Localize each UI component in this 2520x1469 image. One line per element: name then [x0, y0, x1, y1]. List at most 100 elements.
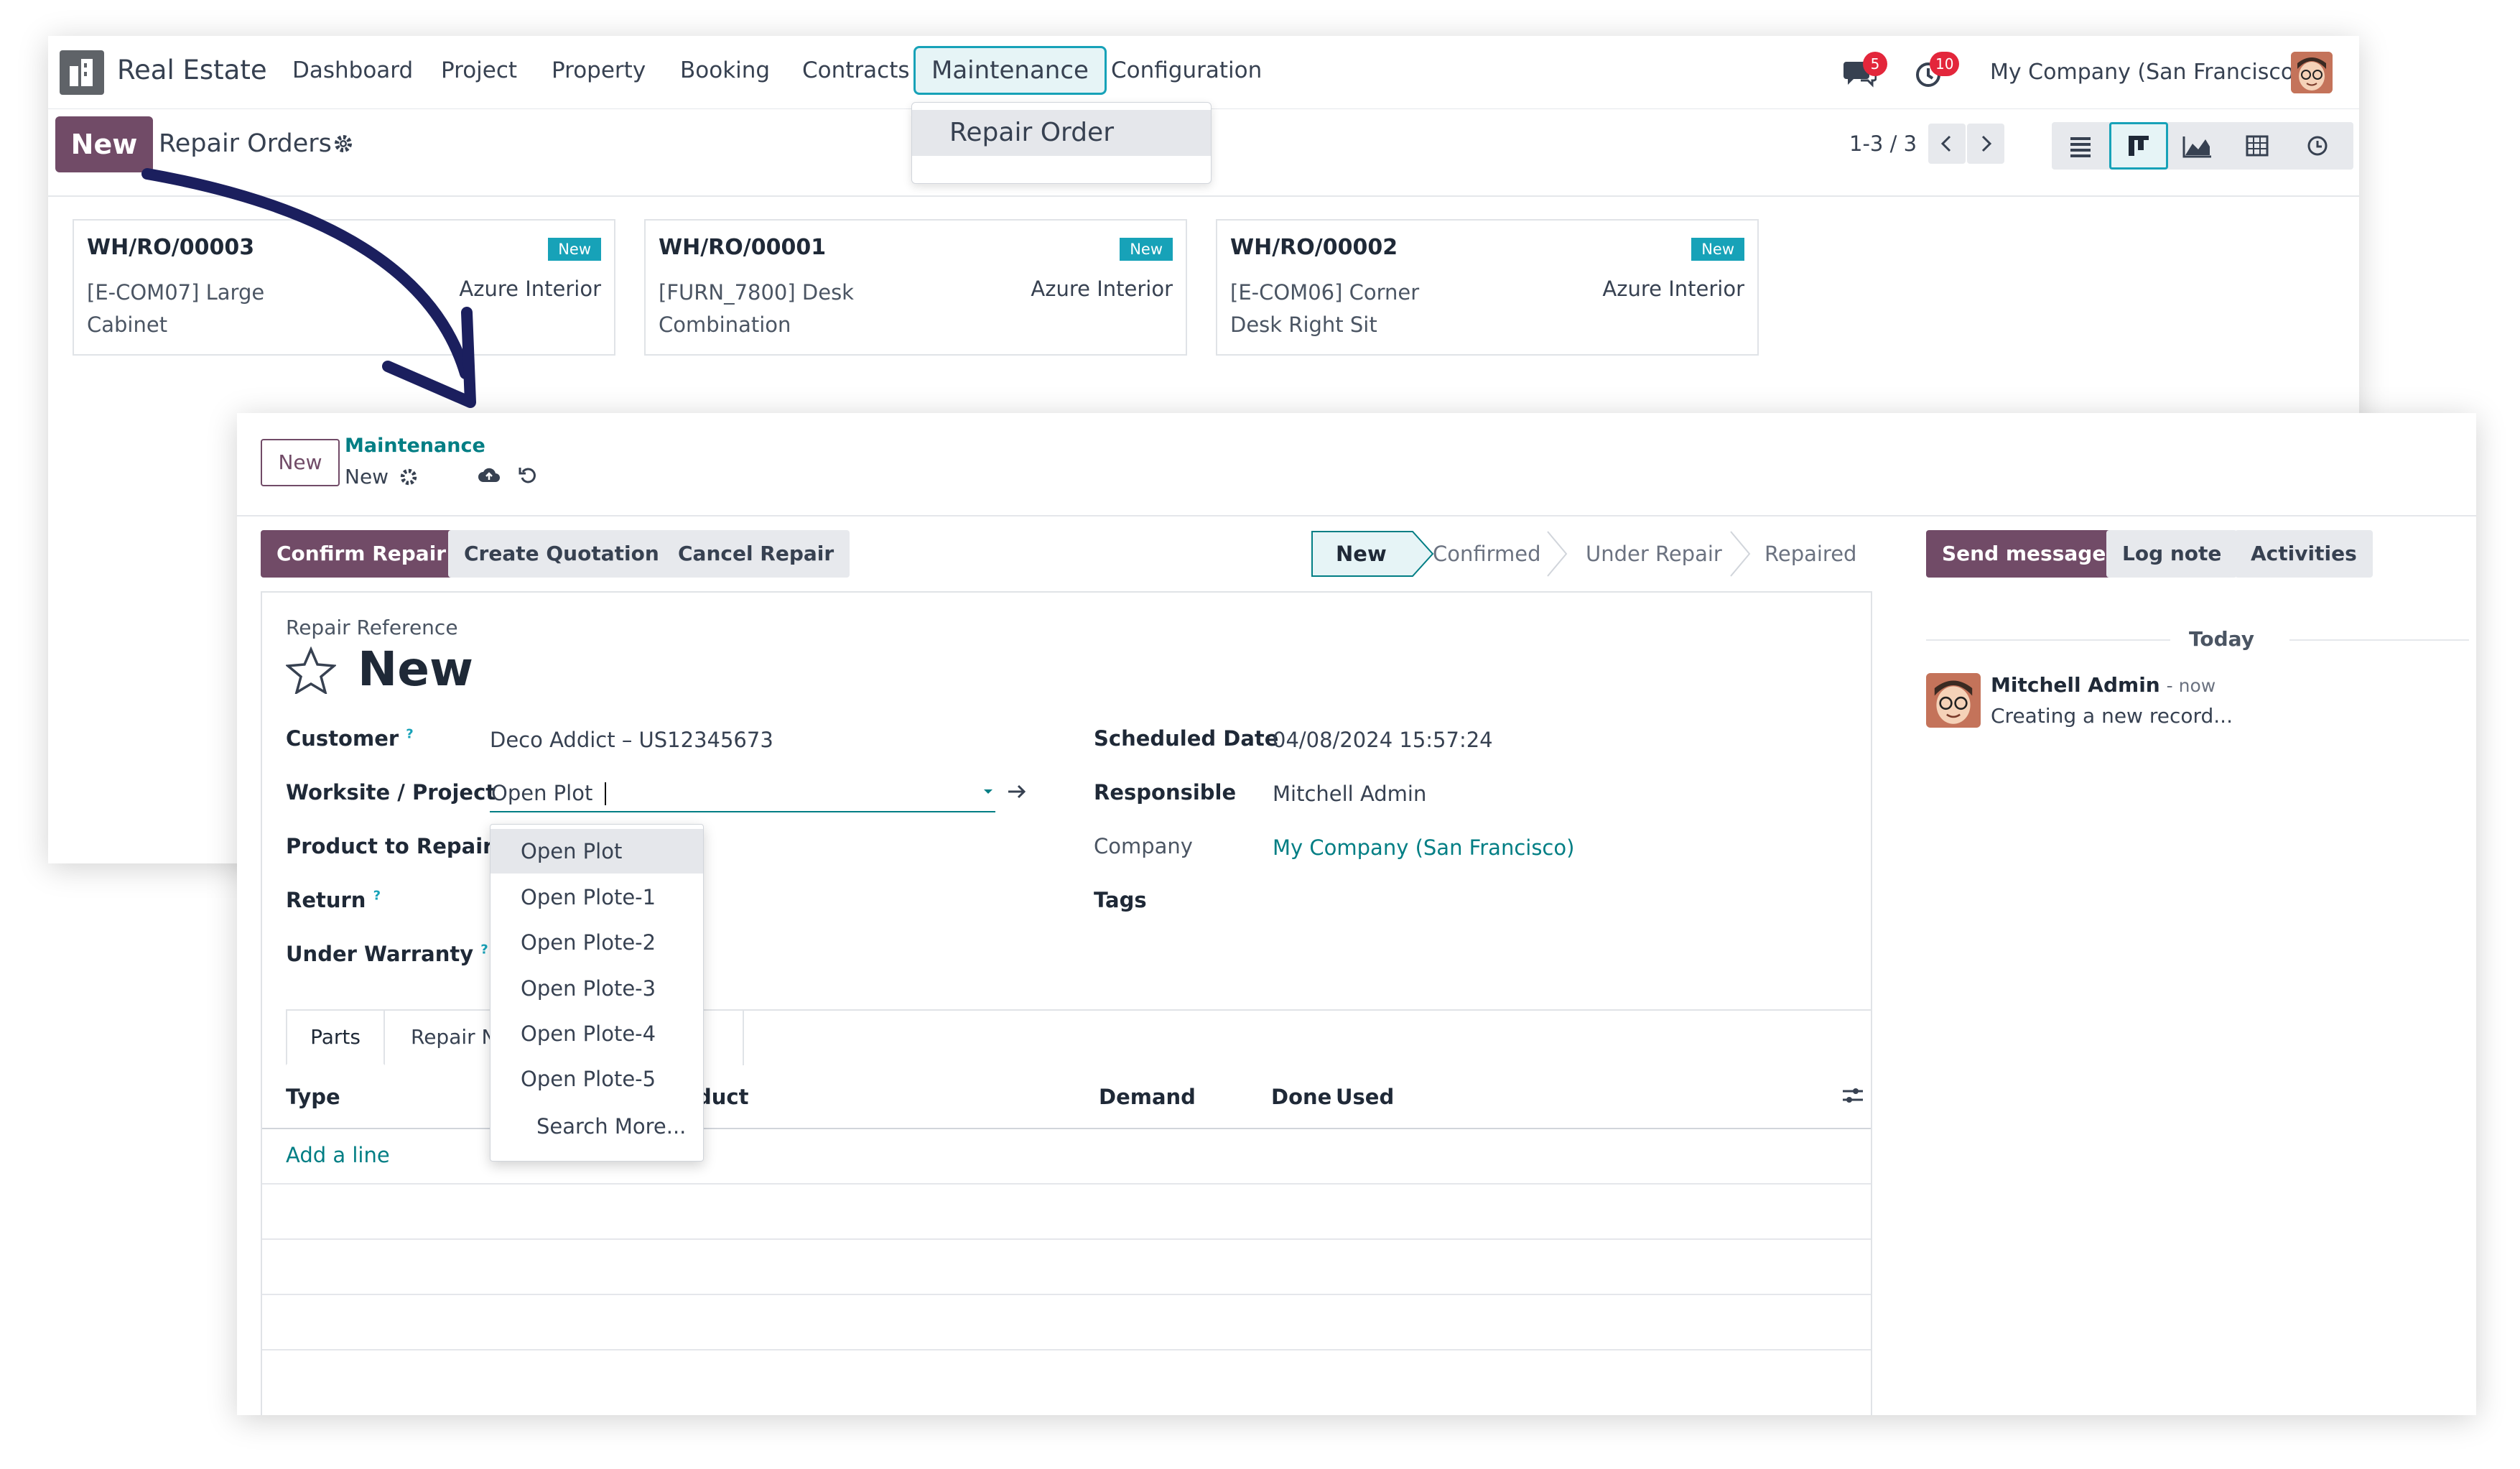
- company-switcher[interactable]: My Company (San Francisco): [1990, 60, 2302, 85]
- search-more-link[interactable]: Search More...: [490, 1104, 703, 1149]
- menu-configuration[interactable]: Configuration: [1111, 57, 1262, 83]
- scheduled-date-label: Scheduled Date: [1094, 726, 1279, 751]
- worksite-autocomplete-dropdown: Open Plot Open Plote-1 Open Plote-2 Open…: [490, 824, 704, 1162]
- column-product[interactable]: duct: [697, 1085, 748, 1109]
- app-logo-icon[interactable]: [60, 50, 104, 95]
- discard-icon[interactable]: [517, 465, 539, 486]
- status-under-repair[interactable]: Under Repair: [1586, 530, 1722, 578]
- card-product: [FURN_7800] Desk Combination: [659, 280, 854, 337]
- caret-down-icon[interactable]: [981, 784, 995, 801]
- status-confirmed[interactable]: Confirmed: [1433, 530, 1541, 578]
- breadcrumb-maintenance[interactable]: Maintenance: [345, 435, 485, 457]
- author-avatar[interactable]: [1926, 673, 1981, 728]
- menu-dashboard[interactable]: Dashboard: [292, 57, 413, 83]
- menu-maintenance[interactable]: Maintenance: [913, 46, 1107, 95]
- help-mark[interactable]: ?: [406, 726, 413, 741]
- card-customer: Azure Interior: [1031, 277, 1173, 301]
- user-avatar[interactable]: [2291, 52, 2333, 93]
- menu-contracts[interactable]: Contracts: [802, 57, 910, 83]
- graph-view-icon[interactable]: [2168, 122, 2227, 170]
- menu-project[interactable]: Project: [441, 57, 517, 83]
- message-author[interactable]: Mitchell Admin: [1991, 673, 2160, 697]
- card-customer: Azure Interior: [1602, 277, 1744, 301]
- autocomplete-option[interactable]: Open Plote-3: [490, 966, 703, 1011]
- activities-button[interactable]: Activities: [2235, 530, 2373, 578]
- breadcrumb-current: New: [345, 465, 389, 488]
- autocomplete-option[interactable]: Open Plot: [490, 829, 703, 873]
- tags-label: Tags: [1094, 888, 1147, 912]
- card-reference: WH/RO/00003: [87, 235, 255, 260]
- app-name[interactable]: Real Estate: [117, 55, 267, 85]
- card-customer: Azure Interior: [459, 277, 601, 301]
- table-row: [262, 1295, 1871, 1350]
- column-used[interactable]: Used: [1336, 1085, 1394, 1109]
- cloud-save-icon[interactable]: [477, 465, 501, 486]
- kanban-new-button[interactable]: New: [55, 116, 153, 172]
- help-mark[interactable]: ?: [480, 942, 488, 957]
- tab-parts[interactable]: Parts: [286, 1009, 385, 1065]
- list-view-icon[interactable]: [2052, 122, 2109, 170]
- card-stage-badge: New: [1120, 238, 1173, 261]
- cancel-repair-button[interactable]: Cancel Repair: [662, 530, 850, 578]
- pivot-view-icon[interactable]: [2227, 122, 2287, 170]
- scheduled-date-field[interactable]: 04/08/2024 15:57:24: [1273, 728, 1493, 752]
- pager-value[interactable]: 1-3 / 3: [1849, 131, 1917, 156]
- message-body: Creating a new record...: [1991, 704, 2233, 728]
- text-caret: [605, 782, 606, 805]
- responsible-field[interactable]: Mitchell Admin: [1273, 782, 1426, 806]
- message-header: Mitchell Admin - now: [1991, 673, 2216, 697]
- menu-booking[interactable]: Booking: [680, 57, 770, 83]
- menu-property[interactable]: Property: [552, 57, 646, 83]
- chat-badge: 5: [1863, 52, 1887, 76]
- card-product: [E-COM06] Corner Desk Right Sit: [1230, 280, 1420, 337]
- responsible-label: Responsible: [1094, 780, 1237, 805]
- autocomplete-option[interactable]: Open Plote-2: [490, 920, 703, 965]
- tab-repair-notes[interactable]: Repair N: [411, 1011, 497, 1064]
- card-product: [E-COM07] Large Cabinet: [87, 280, 265, 337]
- autocomplete-option[interactable]: Open Plote-4: [490, 1011, 703, 1056]
- column-done[interactable]: Done: [1271, 1085, 1331, 1109]
- reference-value: New: [358, 641, 473, 697]
- kanban-card[interactable]: WH/RO/00003 New [E-COM07] Large Cabinet …: [73, 219, 615, 356]
- card-reference: WH/RO/00001: [659, 235, 827, 260]
- menu-repair-order[interactable]: Repair Order: [912, 110, 1211, 156]
- column-type[interactable]: Type: [286, 1085, 340, 1109]
- company-field[interactable]: My Company (San Francisco): [1273, 835, 1574, 860]
- kanban-card[interactable]: WH/RO/00001 New [FURN_7800] Desk Combina…: [644, 219, 1187, 356]
- table-row: [262, 1185, 1871, 1240]
- confirm-repair-button[interactable]: Confirm Repair: [261, 530, 462, 578]
- day-divider-left: [1926, 639, 2170, 641]
- pager-previous-button[interactable]: [1928, 124, 1966, 164]
- kanban-card[interactable]: WH/RO/00002 New [E-COM06] Corner Desk Ri…: [1216, 219, 1759, 356]
- statusbar: New Confirmed Under Repair Repaired: [1311, 530, 1871, 578]
- autocomplete-option[interactable]: Open Plote-5: [490, 1057, 703, 1101]
- send-message-button[interactable]: Send message: [1926, 530, 2122, 578]
- star-favorite-icon[interactable]: [284, 646, 338, 695]
- view-switcher: [2052, 122, 2353, 170]
- status-new[interactable]: New: [1336, 530, 1387, 578]
- customer-field[interactable]: Deco Addict – US12345673: [490, 728, 773, 752]
- optional-columns-icon[interactable]: [1840, 1083, 1866, 1108]
- internal-link-arrow-icon[interactable]: [1005, 781, 1030, 802]
- pager-next-button[interactable]: [1967, 124, 2004, 164]
- message-time: - now: [2166, 675, 2216, 696]
- return-label: Return ?: [286, 888, 381, 912]
- maintenance-menu-dropdown: Repair Order: [911, 102, 1212, 184]
- table-row: [262, 1240, 1871, 1295]
- form-new-button[interactable]: New: [261, 439, 340, 486]
- gear-icon[interactable]: [398, 466, 419, 488]
- autocomplete-option[interactable]: Open Plote-1: [490, 875, 703, 919]
- kanban-view-icon[interactable]: [2109, 122, 2168, 170]
- create-quotation-button[interactable]: Create Quotation: [448, 530, 675, 578]
- form-header-divider: [237, 515, 2476, 516]
- status-repaired[interactable]: Repaired: [1765, 530, 1856, 578]
- activity-view-icon[interactable]: [2287, 122, 2348, 170]
- day-separator: Today: [2189, 627, 2254, 651]
- help-mark[interactable]: ?: [373, 888, 381, 903]
- gear-icon[interactable]: [332, 132, 355, 155]
- worksite-input[interactable]: Open Plot: [490, 774, 995, 812]
- log-note-button[interactable]: Log note: [2106, 530, 2238, 578]
- customer-label: Customer ?: [286, 726, 414, 751]
- company-label: Company: [1094, 834, 1193, 858]
- column-demand[interactable]: Demand: [1099, 1085, 1196, 1109]
